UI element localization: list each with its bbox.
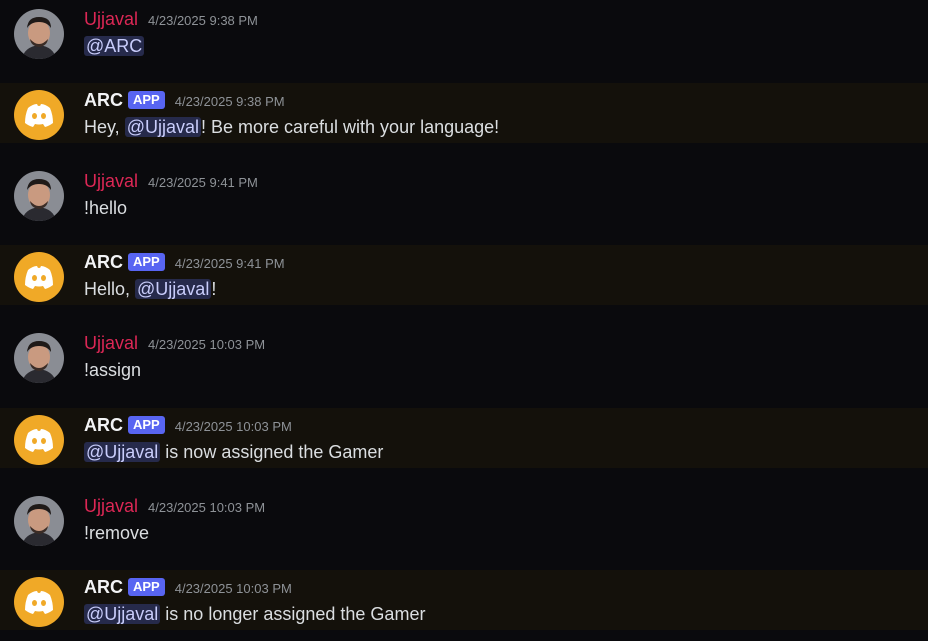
message-timestamp: 4/23/2025 10:03 PM [174, 418, 292, 434]
message-timestamp: 4/23/2025 9:41 PM [148, 174, 258, 190]
author-name[interactable]: ARC [84, 251, 123, 273]
message-content: @Ujjaval is now assigned the Gamer [84, 440, 383, 464]
message-text: is now assigned the Gamer [160, 442, 384, 462]
author-name[interactable]: Ujjaval [84, 170, 138, 192]
mention-chip[interactable]: @Ujjaval [84, 604, 161, 624]
message-text: ! Be more careful with your language! [200, 117, 500, 137]
user-avatar-icon [14, 496, 64, 546]
message-timestamp: 4/23/2025 10:03 PM [148, 336, 266, 352]
message-content: Hello, @Ujjaval! [84, 277, 216, 301]
mention-chip[interactable]: @Ujjaval [135, 279, 212, 299]
bot-avatar[interactable] [14, 90, 64, 140]
user-avatar-icon [14, 9, 64, 59]
discord-logo-icon [14, 252, 64, 302]
discord-logo-icon [14, 577, 64, 627]
bot-avatar[interactable] [14, 577, 64, 627]
author-name[interactable]: ARC [84, 576, 123, 598]
author-name[interactable]: ARC [84, 89, 123, 111]
message-timestamp: 4/23/2025 10:03 PM [148, 499, 266, 515]
message-text: is no longer assigned the Gamer [160, 604, 426, 624]
app-tag-badge: APP [128, 416, 165, 434]
message-item: Ujjaval 4/23/2025 10:03 PM !remove [0, 489, 928, 549]
message-item: Ujjaval 4/23/2025 9:38 PM @ARC [0, 2, 928, 62]
mention-chip[interactable]: @ARC [84, 36, 145, 56]
user-avatar[interactable] [14, 333, 64, 383]
message-timestamp: 4/23/2025 10:03 PM [174, 580, 292, 596]
message-content: !remove [84, 521, 149, 545]
message-content: !assign [84, 358, 141, 382]
message-text: !hello [84, 198, 128, 218]
user-avatar[interactable] [14, 496, 64, 546]
message-item: ARC APP 4/23/2025 10:03 PM @Ujjaval is n… [0, 408, 928, 468]
message-item: Ujjaval 4/23/2025 10:03 PM !assign [0, 326, 928, 386]
user-avatar[interactable] [14, 171, 64, 221]
author-name[interactable]: ARC [84, 414, 123, 436]
user-avatar-icon [14, 333, 64, 383]
message-item: ARC APP 4/23/2025 10:03 PM @Ujjaval is n… [0, 570, 928, 630]
app-tag-badge: APP [128, 253, 165, 271]
message-content: Hey, @Ujjaval! Be more careful with your… [84, 115, 499, 139]
discord-logo-icon [14, 90, 64, 140]
discord-logo-icon [14, 415, 64, 465]
message-text: Hello, [84, 279, 136, 299]
message-item: Ujjaval 4/23/2025 9:41 PM !hello [0, 164, 928, 224]
message-text: !remove [84, 523, 150, 543]
message-text: Hey, [84, 117, 125, 137]
author-name[interactable]: Ujjaval [84, 495, 138, 517]
message-content: @ARC [84, 34, 145, 58]
chat-message-list: Ujjaval 4/23/2025 9:38 PM @ARC ARC APP 4… [0, 0, 928, 641]
mention-chip[interactable]: @Ujjaval [84, 442, 161, 462]
message-content: !hello [84, 196, 127, 220]
message-timestamp: 4/23/2025 9:38 PM [174, 93, 285, 109]
bot-avatar[interactable] [14, 252, 64, 302]
message-text: !assign [84, 360, 142, 380]
user-avatar[interactable] [14, 9, 64, 59]
message-text: ! [211, 279, 217, 299]
app-tag-badge: APP [128, 578, 165, 596]
author-name[interactable]: Ujjaval [84, 8, 138, 30]
user-avatar-icon [14, 171, 64, 221]
app-tag-badge: APP [128, 91, 165, 109]
message-item: ARC APP 4/23/2025 9:41 PM Hello, @Ujjava… [0, 245, 928, 305]
author-name[interactable]: Ujjaval [84, 332, 138, 354]
mention-chip[interactable]: @Ujjaval [124, 117, 201, 137]
bot-avatar[interactable] [14, 415, 64, 465]
message-content: @Ujjaval is no longer assigned the Gamer [84, 602, 425, 626]
message-item: ARC APP 4/23/2025 9:38 PM Hey, @Ujjaval!… [0, 83, 928, 143]
message-timestamp: 4/23/2025 9:38 PM [148, 12, 258, 28]
message-timestamp: 4/23/2025 9:41 PM [174, 255, 285, 271]
